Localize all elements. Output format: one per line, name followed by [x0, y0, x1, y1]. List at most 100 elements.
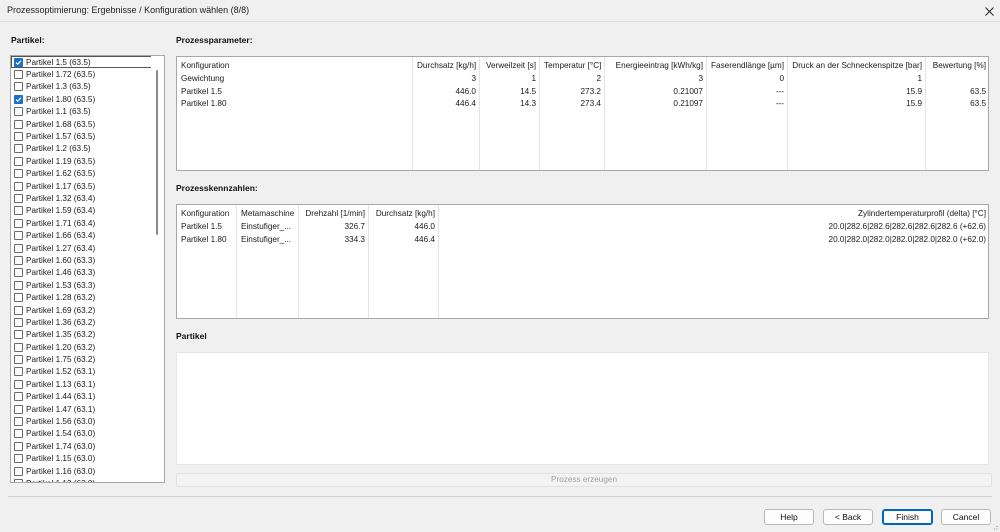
column-header[interactable]: Bewertung [%] — [930, 60, 986, 72]
list-item[interactable]: Partikel 1.57 (63.5) — [11, 130, 152, 142]
list-item[interactable]: Partikel 1.72 (63.5) — [11, 68, 152, 80]
column-header[interactable]: Faserendlänge [µm] — [711, 60, 784, 72]
column-header[interactable]: Verweilzeit [s] — [484, 60, 536, 72]
list-item[interactable]: Partikel 1.71 (63.4) — [11, 217, 152, 229]
checkbox[interactable] — [14, 70, 23, 80]
checkbox[interactable] — [14, 404, 23, 414]
list-item[interactable]: Partikel 1.80 (63.5) — [11, 93, 152, 105]
list-item-label: Partikel 1.27 (63.4) — [26, 243, 96, 253]
list-item[interactable]: Partikel 1.52 (63.1) — [11, 366, 152, 378]
checkbox[interactable] — [14, 342, 23, 352]
checkbox[interactable] — [14, 231, 23, 241]
list-item[interactable]: Partikel 1.75 (63.2) — [11, 353, 152, 365]
list-item[interactable]: Partikel 1.20 (63.2) — [11, 341, 152, 353]
list-item-label: Partikel 1.20 (63.2) — [26, 342, 96, 352]
list-item[interactable]: Partikel 1.44 (63.1) — [11, 391, 152, 403]
column-header[interactable]: Durchsatz [kg/h] — [417, 60, 476, 72]
checkbox[interactable] — [14, 243, 23, 253]
cancel-button[interactable]: Cancel — [941, 509, 991, 525]
list-item-label: Partikel 1.32 (63.4) — [26, 193, 96, 203]
list-item[interactable]: Partikel 1.1 (63.5) — [11, 106, 152, 118]
list-item[interactable]: Partikel 1.2 (63.5) — [11, 143, 152, 155]
checkbox[interactable] — [14, 379, 23, 389]
list-item[interactable]: Partikel 1.16 (63.0) — [11, 465, 152, 477]
close-button[interactable] — [978, 0, 1000, 22]
list-item[interactable]: Partikel 1.28 (63.2) — [11, 291, 152, 303]
list-item[interactable]: Partikel 1.15 (63.0) — [11, 453, 152, 465]
checkbox[interactable] — [14, 57, 23, 67]
column-header[interactable]: Temperatur [°C] — [544, 60, 601, 72]
params-table[interactable]: Konfiguration Gewichtung Partikel 1.5 Parti… — [176, 56, 989, 171]
list-scrollbar[interactable] — [151, 56, 164, 482]
checkbox[interactable] — [14, 478, 23, 482]
partikel-list[interactable]: Partikel 1.5 (63.5) Partikel 1.72 (63.5) P… — [10, 55, 165, 483]
list-item[interactable]: Partikel 1.36 (63.2) — [11, 316, 152, 328]
create-process-button[interactable]: Prozess erzeugen — [176, 473, 992, 487]
list-item[interactable]: Partikel 1.74 (63.0) — [11, 440, 152, 452]
checkbox[interactable] — [14, 144, 23, 154]
checkbox[interactable] — [14, 355, 23, 365]
checkbox[interactable] — [14, 132, 23, 142]
column-header[interactable]: Konfiguration — [181, 208, 233, 220]
list-item[interactable]: Partikel 1.27 (63.4) — [11, 242, 152, 254]
help-button[interactable]: Help — [764, 509, 814, 525]
column-header[interactable]: Metamaschine — [241, 208, 295, 220]
checkbox[interactable] — [14, 367, 23, 377]
checkbox[interactable] — [14, 417, 23, 427]
list-item[interactable]: Partikel 1.59 (63.4) — [11, 205, 152, 217]
column-header[interactable]: Energieeintrag [kWh/kg] — [609, 60, 703, 72]
checkbox[interactable] — [14, 330, 23, 340]
checkbox[interactable] — [14, 82, 23, 92]
list-item[interactable]: Partikel 1.54 (63.0) — [11, 428, 152, 440]
list-item[interactable]: Partikel 1.68 (63.5) — [11, 118, 152, 130]
resize-grip-icon[interactable] — [990, 522, 998, 530]
checkbox[interactable] — [14, 429, 23, 439]
checkbox[interactable] — [14, 206, 23, 216]
list-item[interactable]: Partikel 1.47 (63.1) — [11, 403, 152, 415]
checkbox[interactable] — [14, 193, 23, 203]
checkbox[interactable] — [14, 156, 23, 166]
list-item[interactable]: Partikel 1.60 (63.3) — [11, 254, 152, 266]
list-item[interactable]: Partikel 1.32 (63.4) — [11, 192, 152, 204]
checkbox[interactable] — [14, 218, 23, 228]
scrollbar-thumb[interactable] — [156, 70, 158, 235]
list-item[interactable]: Partikel 1.17 (63.5) — [11, 180, 152, 192]
checkbox[interactable] — [14, 466, 23, 476]
checkbox[interactable] — [14, 305, 23, 315]
list-item[interactable]: Partikel 1.66 (63.4) — [11, 229, 152, 241]
list-item[interactable]: Partikel 1.69 (63.2) — [11, 304, 152, 316]
checkbox[interactable] — [14, 454, 23, 464]
checkbox[interactable] — [14, 280, 23, 290]
list-item[interactable]: Partikel 1.5 (63.5) — [11, 56, 152, 69]
checkbox[interactable] — [14, 392, 23, 402]
checkbox[interactable] — [14, 441, 23, 451]
kennzahlen-table[interactable]: Konfiguration Partikel 1.5 Partikel 1.80 Me… — [176, 204, 989, 319]
checkbox[interactable] — [14, 317, 23, 327]
column-header[interactable]: Durchsatz [kg/h] — [373, 208, 435, 220]
checkbox[interactable] — [14, 169, 23, 179]
column-header[interactable]: Zylindertemperaturprofil (delta) [°C] — [443, 208, 986, 220]
checkbox[interactable] — [14, 255, 23, 265]
checkbox[interactable] — [14, 107, 23, 117]
column-header[interactable]: Druck an der Schneckenspitze [bar] — [792, 60, 922, 72]
column-header[interactable]: Drehzahl [1/min] — [303, 208, 365, 220]
list-item[interactable]: Partikel 1.13 (63.1) — [11, 378, 152, 390]
list-item[interactable]: Partikel 1.56 (63.0) — [11, 415, 152, 427]
list-item[interactable]: Partikel 1.19 (63.5) — [11, 155, 152, 167]
list-item[interactable]: Partikel 1.3 (63.5) — [11, 81, 152, 93]
checkbox[interactable] — [14, 268, 23, 278]
back-button[interactable]: < Back — [823, 509, 873, 525]
list-item[interactable]: Partikel 1.46 (63.3) — [11, 267, 152, 279]
checkbox[interactable] — [14, 293, 23, 303]
list-item[interactable]: Partikel 1.53 (63.3) — [11, 279, 152, 291]
finish-button[interactable]: Finish — [882, 509, 933, 525]
checkbox[interactable] — [14, 119, 23, 129]
list-item-label: Partikel 1.13 (63.1) — [26, 379, 96, 389]
list-item-label: Partikel 1.59 (63.4) — [26, 206, 96, 216]
list-item[interactable]: Partikel 1.12 (63.0) — [11, 477, 152, 482]
checkbox[interactable] — [14, 181, 23, 191]
list-item[interactable]: Partikel 1.62 (63.5) — [11, 168, 152, 180]
list-item[interactable]: Partikel 1.35 (63.2) — [11, 329, 152, 341]
column-header[interactable]: Konfiguration — [181, 60, 409, 72]
checkbox[interactable] — [14, 94, 23, 104]
